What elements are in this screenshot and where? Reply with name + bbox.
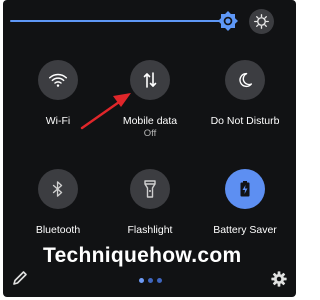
flashlight-icon (144, 180, 156, 198)
tile-do-not-disturb[interactable]: Do Not Disturb (202, 60, 288, 127)
tile-label: Bluetooth (35, 224, 81, 236)
wifi-button[interactable] (38, 60, 78, 100)
moon-icon (239, 72, 253, 88)
battery-icon (240, 181, 250, 197)
battery-saver-button[interactable] (225, 169, 265, 209)
page-dot (148, 278, 153, 283)
brightness-slider[interactable] (10, 20, 232, 22)
bluetooth-button[interactable] (38, 169, 78, 209)
mobile-data-icon (143, 72, 157, 88)
page-dot (157, 278, 162, 283)
tile-bluetooth[interactable]: Bluetooth (15, 169, 101, 236)
gear-icon (271, 271, 287, 287)
tile-label: Wi-Fi (45, 115, 71, 127)
tile-flashlight[interactable]: Flashlight (107, 169, 193, 236)
tile-battery-saver[interactable]: Battery Saver (202, 169, 288, 236)
page-dot-active (139, 278, 144, 283)
page-indicator (139, 278, 162, 283)
tile-label: Mobile data (122, 115, 178, 127)
tile-label: Do Not Disturb (210, 115, 280, 127)
sun-icon (218, 11, 238, 31)
watermark-text: Techniquehow.com (43, 244, 242, 267)
tile-status: Off (143, 128, 157, 139)
tile-label: Battery Saver (213, 224, 277, 236)
quick-settings-panel: Wi-Fi Mobile data Off Do Not Disturb Blu… (3, 0, 296, 297)
pencil-icon (13, 271, 27, 285)
tile-mobile-data[interactable]: Mobile data Off (107, 60, 193, 140)
brightness-auto-icon (254, 14, 269, 29)
bluetooth-icon (52, 181, 63, 197)
auto-brightness-button[interactable] (249, 9, 274, 34)
edit-button[interactable] (12, 270, 28, 286)
wifi-icon (49, 73, 67, 87)
tile-label: Flashlight (127, 224, 173, 236)
flashlight-button[interactable] (130, 169, 170, 209)
brightness-thumb[interactable] (218, 11, 238, 31)
settings-button[interactable] (271, 271, 287, 287)
mobile-data-button[interactable] (130, 60, 170, 100)
tile-wifi[interactable]: Wi-Fi (15, 60, 101, 127)
do-not-disturb-button[interactable] (225, 60, 265, 100)
